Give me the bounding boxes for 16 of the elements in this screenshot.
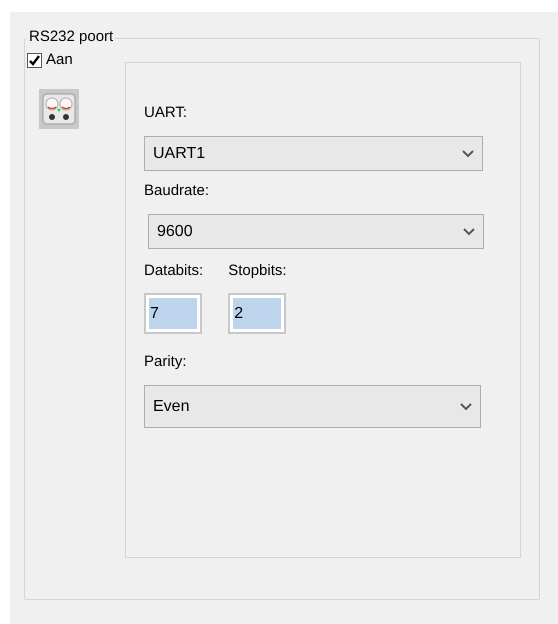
enable-checkbox[interactable] (27, 52, 42, 68)
number-field[interactable]: 7 (144, 293, 202, 334)
gauges-icon (42, 93, 76, 125)
field-label: Baudrate: (144, 181, 210, 201)
field-label: Databits: (144, 261, 204, 281)
field-label: UART: (144, 103, 188, 123)
field-label: Stopbits: (228, 261, 287, 281)
number-field[interactable]: 2 (228, 293, 286, 334)
chevron-down-icon (462, 150, 474, 158)
field-label: Parity: (144, 352, 188, 372)
uart-dropdown[interactable]: UART1 (144, 136, 483, 171)
baudrate-dropdown[interactable]: 9600 (148, 214, 484, 249)
chevron-down-icon (463, 228, 475, 236)
parity-dropdown[interactable]: Even (144, 385, 481, 428)
chevron-down-icon (460, 402, 472, 410)
checkbox-label[interactable]: Aan (46, 51, 73, 69)
